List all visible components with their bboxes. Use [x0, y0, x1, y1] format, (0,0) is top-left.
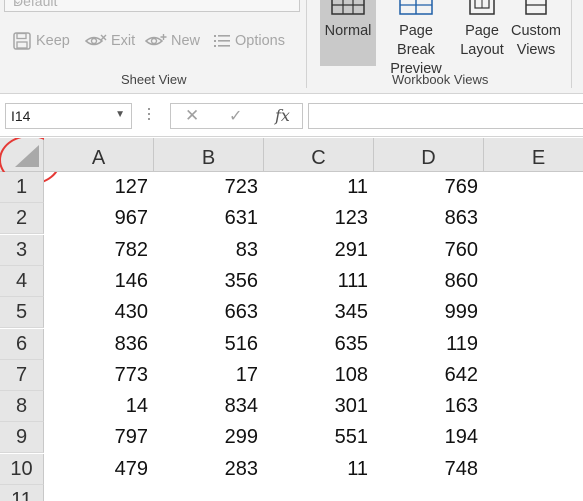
column-header-d[interactable]: D — [374, 138, 484, 172]
options-label: Options — [235, 33, 285, 49]
cell-c6[interactable]: 635 — [264, 329, 374, 360]
cell-b9[interactable]: 299 — [154, 422, 264, 453]
cell-c1[interactable]: 11 — [264, 172, 374, 203]
custom-views-button[interactable]: Custom Views — [510, 0, 562, 66]
cell-d9[interactable]: 194 — [374, 422, 484, 453]
cell-d2[interactable]: 863 — [374, 203, 484, 234]
list-icon — [214, 35, 230, 47]
column-header-e[interactable]: E — [484, 138, 583, 172]
save-icon — [13, 32, 31, 50]
cell-a1[interactable]: 127 — [44, 172, 154, 203]
page-break-preview-icon — [399, 0, 433, 15]
cell-c7[interactable]: 108 — [264, 360, 374, 391]
group-separator — [306, 0, 307, 88]
page-break-preview-button[interactable]: Page Break Preview — [379, 0, 453, 77]
cell-b4[interactable]: 356 — [154, 266, 264, 297]
page-layout-icon — [469, 0, 495, 15]
ribbon: Default ⌄ Keep Exit New Options Sheet Vi… — [0, 0, 583, 94]
cell-a9[interactable]: 797 — [44, 422, 154, 453]
cell-d5[interactable]: 999 — [374, 297, 484, 328]
formula-bar: I14 ▼ ✕ ✓ fx — [0, 95, 583, 137]
enter-check-icon[interactable]: ✓ — [229, 106, 242, 126]
cell-c10[interactable]: 11 — [264, 454, 374, 485]
new-sheet-view-button[interactable]: New — [145, 30, 200, 52]
row-header-2[interactable]: 2 — [0, 203, 44, 235]
row-header-8[interactable]: 8 — [0, 391, 44, 423]
cell-d6[interactable]: 119 — [374, 329, 484, 360]
cell-c2[interactable]: 123 — [264, 203, 374, 234]
group-separator — [571, 0, 572, 88]
row-header-9[interactable]: 9 — [0, 422, 44, 454]
cell-b7[interactable]: 17 — [154, 360, 264, 391]
cell-d1[interactable]: 769 — [374, 172, 484, 203]
page-break-preview-label: Page Break Preview — [390, 23, 442, 77]
cell-b3[interactable]: 83 — [154, 235, 264, 266]
cell-b2[interactable]: 631 — [154, 203, 264, 234]
options-button[interactable]: Options — [213, 30, 285, 52]
name-box-value: I14 — [11, 108, 31, 124]
cell-a10[interactable]: 479 — [44, 454, 154, 485]
eye-x-icon — [85, 34, 107, 46]
cell-d8[interactable]: 163 — [374, 391, 484, 422]
eye-plus-icon — [145, 34, 167, 46]
workbook-views-group-label: Workbook Views — [392, 72, 489, 87]
row-header-3[interactable]: 3 — [0, 234, 44, 266]
custom-views-icon — [525, 0, 547, 15]
insert-function-icon[interactable]: fx — [275, 106, 290, 125]
new-label: New — [171, 33, 201, 49]
row-header-1[interactable]: 1 — [0, 172, 44, 203]
cell-b10[interactable]: 283 — [154, 454, 264, 485]
exit-button[interactable]: Exit — [85, 30, 135, 52]
cell-c9[interactable]: 551 — [264, 422, 374, 453]
row-header-6[interactable]: 6 — [0, 328, 44, 360]
cell-b8[interactable]: 834 — [154, 391, 264, 422]
cell-a3[interactable]: 782 — [44, 235, 154, 266]
row-header-11[interactable]: 11 — [0, 485, 44, 501]
cell-a6[interactable]: 836 — [44, 329, 154, 360]
exit-label: Exit — [111, 33, 136, 49]
column-header-b[interactable]: B — [154, 138, 264, 172]
name-box[interactable]: I14 ▼ — [5, 103, 132, 129]
column-header-c[interactable]: C — [264, 138, 374, 172]
cell-b5[interactable]: 663 — [154, 297, 264, 328]
chevron-down-icon: ⌄ — [13, 0, 23, 7]
cell-d4[interactable]: 860 — [374, 266, 484, 297]
row-header-7[interactable]: 7 — [0, 359, 44, 391]
cell-c4[interactable]: 111 — [264, 266, 374, 297]
normal-view-icon — [331, 0, 365, 15]
cancel-icon[interactable]: ✕ — [185, 106, 199, 126]
cell-b1[interactable]: 723 — [154, 172, 264, 203]
row-header-5[interactable]: 5 — [0, 297, 44, 329]
cell-d3[interactable]: 760 — [374, 235, 484, 266]
formula-controls: ✕ ✓ fx — [170, 103, 303, 129]
cell-d10[interactable]: 748 — [374, 454, 484, 485]
normal-view-label: Normal — [324, 23, 372, 39]
cell-b6[interactable]: 516 — [154, 329, 264, 360]
cell-style-select[interactable]: Default ⌄ — [4, 0, 300, 12]
column-header-a[interactable]: A — [44, 138, 154, 172]
row-header-4[interactable]: 4 — [0, 265, 44, 297]
cell-a8[interactable]: 14 — [44, 391, 154, 422]
custom-views-label: Custom Views — [511, 23, 561, 58]
row-header-10[interactable]: 10 — [0, 453, 44, 485]
cell-a4[interactable]: 146 — [44, 266, 154, 297]
chevron-down-icon[interactable]: ▼ — [115, 109, 125, 120]
page-layout-button[interactable]: Page Layout — [456, 0, 508, 66]
cell-d7[interactable]: 642 — [374, 360, 484, 391]
cell-c5[interactable]: 345 — [264, 297, 374, 328]
page-layout-label: Page Layout — [460, 23, 504, 58]
cell-c3[interactable]: 291 — [264, 235, 374, 266]
normal-view-button[interactable]: Normal — [320, 0, 376, 66]
cell-a7[interactable]: 773 — [44, 360, 154, 391]
keep-button[interactable]: Keep — [12, 30, 70, 52]
cell-a5[interactable]: 430 — [44, 297, 154, 328]
cell-a2[interactable]: 967 — [44, 203, 154, 234]
worksheet-grid: A B C D E 1 127 723 11 769 2 967 631 123 863 3 782 83 291 7… — [0, 138, 583, 501]
sheet-view-group-label: Sheet View — [121, 72, 187, 87]
keep-label: Keep — [36, 33, 70, 49]
resize-handle[interactable] — [148, 108, 151, 123]
cell-c8[interactable]: 301 — [264, 391, 374, 422]
formula-input[interactable] — [308, 103, 583, 129]
